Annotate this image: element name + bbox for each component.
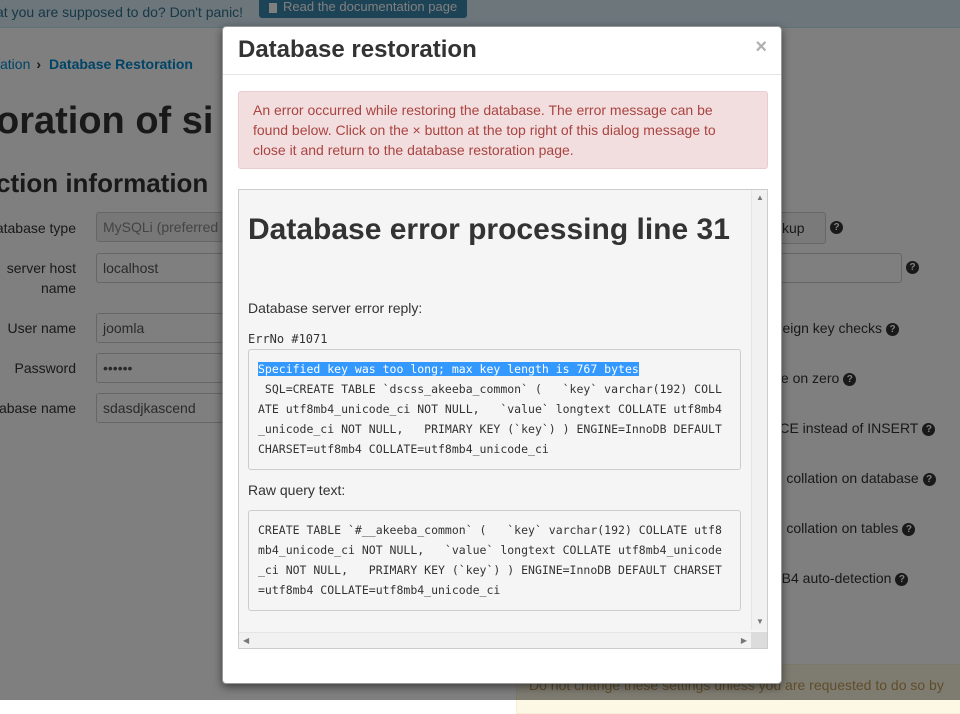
scroll-down-icon[interactable]: ▼ — [756, 618, 764, 626]
error-reply-label: Database server error reply: — [248, 300, 423, 316]
alert-line: An error occurred while restoring the da… — [253, 102, 713, 118]
error-heading: Database error processing line 31 — [248, 213, 730, 246]
scroll-left-icon[interactable]: ◀ — [243, 637, 249, 645]
error-number: ErrNo #1071 — [248, 332, 328, 346]
error-message-line: SQL=CREATE TABLE `dscss_akeeba_common` (… — [258, 382, 722, 396]
raw-query-block: CREATE TABLE `#__akeeba_common` ( `key` … — [248, 510, 741, 611]
raw-query-line: mb4_unicode_ci NOT NULL, `value` longtex… — [258, 543, 722, 557]
horizontal-scrollbar[interactable]: ◀ ▶ — [239, 632, 751, 648]
error-message-line: _unicode_ci NOT NULL, PRIMARY KEY (`key`… — [258, 422, 722, 436]
scrollbar-corner — [751, 632, 767, 648]
raw-query-line: CREATE TABLE `#__akeeba_common` ( `key` … — [258, 523, 722, 537]
raw-query-line: _ci NOT NULL, PRIMARY KEY (`key`) ) ENGI… — [258, 563, 722, 577]
error-alert: An error occurred while restoring the da… — [238, 91, 768, 169]
database-restoration-modal: Database restoration × An error occurred… — [222, 26, 782, 684]
error-message-line: ATE utf8mb4_unicode_ci NOT NULL, `value`… — [258, 402, 722, 416]
alert-line: found below. Click on the × button at th… — [253, 122, 716, 138]
close-icon[interactable]: × — [755, 37, 767, 57]
raw-query-label: Raw query text: — [248, 482, 346, 498]
error-frame[interactable]: Database error processing line 31 Databa… — [238, 189, 768, 649]
error-frame-content: Database error processing line 31 Databa… — [239, 190, 751, 630]
scroll-up-icon[interactable]: ▲ — [756, 194, 764, 202]
error-message-block: Specified key was too long; max key leng… — [248, 349, 741, 470]
selected-text: Specified key was too long; max key leng… — [258, 362, 639, 376]
error-message-line: Specified key was too long; max key leng… — [258, 359, 731, 379]
error-message-line: CHARSET=utf8mb4 COLLATE=utf8mb4_unicode_… — [258, 442, 549, 456]
scroll-right-icon[interactable]: ▶ — [741, 637, 747, 645]
vertical-scrollbar[interactable]: ▲ ▼ — [751, 190, 767, 630]
modal-title: Database restoration — [238, 36, 477, 63]
modal-header: Database restoration × — [223, 27, 781, 75]
raw-query-line: =utf8mb4 COLLATE=utf8mb4_unicode_ci — [258, 583, 501, 597]
alert-line: close it and return to the database rest… — [253, 142, 574, 158]
